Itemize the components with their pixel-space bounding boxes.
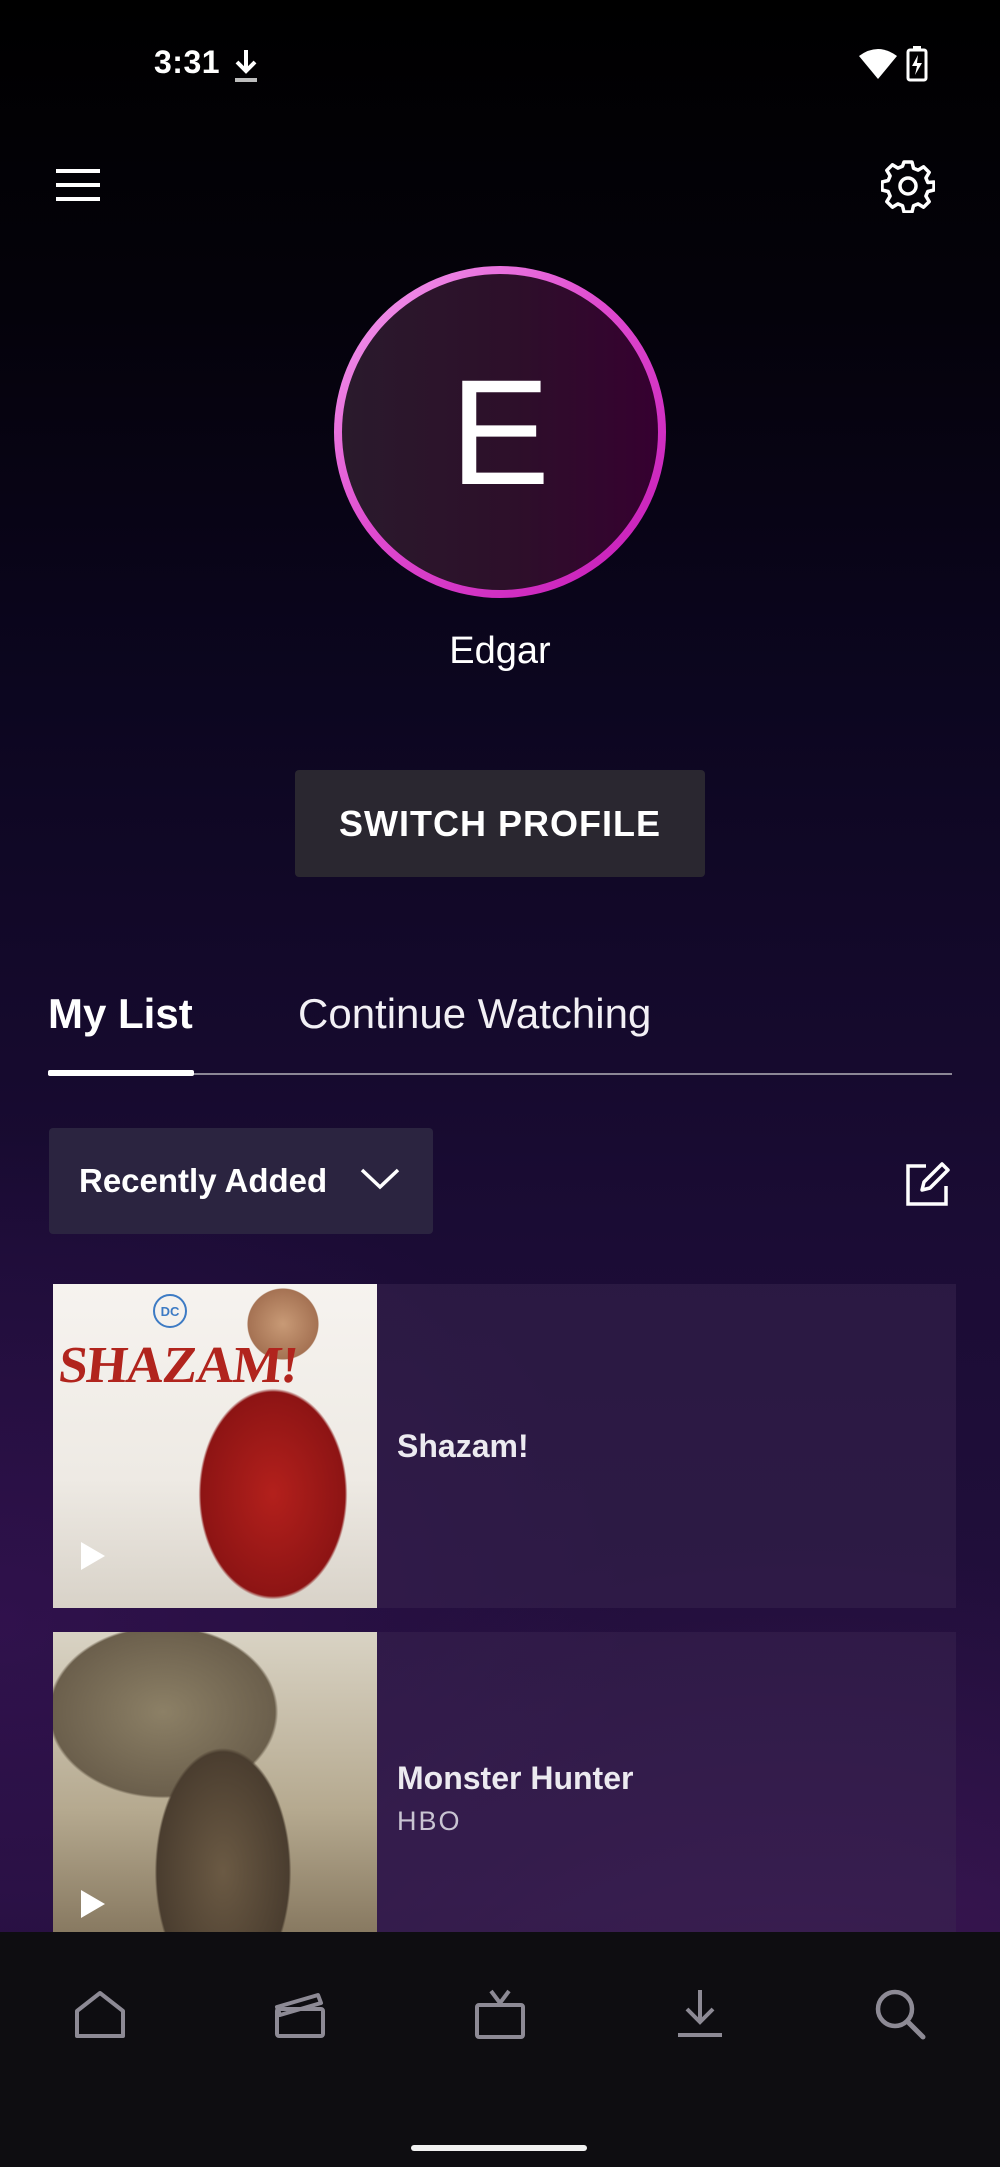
hamburger-menu-icon[interactable]: [48, 160, 108, 210]
avatar-initial: E: [342, 274, 658, 590]
status-bar: 3:31: [0, 0, 1000, 130]
poster-image[interactable]: DC SHAZAM!: [53, 1284, 377, 1608]
tab-bar: My List Continue Watching: [48, 990, 952, 1076]
switch-profile-button[interactable]: SWITCH PROFILE: [295, 770, 705, 877]
home-gesture-bar[interactable]: [411, 2145, 587, 2151]
play-icon[interactable]: [79, 1540, 107, 1577]
tv-icon[interactable]: [470, 1984, 530, 2044]
active-tab-indicator: [48, 1070, 194, 1076]
profile-name: Edgar: [449, 630, 551, 672]
edit-icon[interactable]: [900, 1156, 956, 1212]
status-time: 3:31: [154, 44, 221, 80]
download-status-icon: [232, 48, 260, 89]
tab-continue-watching[interactable]: Continue Watching: [298, 990, 651, 1038]
battery-charging-icon: [906, 46, 928, 87]
chevron-down-icon: [359, 1166, 401, 1197]
clapperboard-icon[interactable]: [270, 1984, 330, 2044]
profile-avatar[interactable]: E: [334, 266, 666, 598]
item-network: HBO: [397, 1806, 462, 1836]
item-title: Monster Hunter: [397, 1760, 634, 1796]
dc-logo: DC: [153, 1294, 187, 1328]
download-icon[interactable]: [670, 1984, 730, 2044]
list-item[interactable]: Monster Hunter HBO: [53, 1632, 956, 1956]
tab-my-list[interactable]: My List: [48, 990, 193, 1038]
search-icon[interactable]: [870, 1984, 930, 2044]
poster-title-art: SHAZAM!: [56, 1337, 301, 1394]
gear-icon[interactable]: [878, 158, 938, 214]
home-icon[interactable]: [70, 1984, 130, 2044]
bottom-nav: [0, 1932, 1000, 2132]
sort-dropdown[interactable]: Recently Added: [49, 1128, 433, 1234]
poster-image[interactable]: [53, 1632, 377, 1956]
list-item[interactable]: DC SHAZAM! Shazam!: [53, 1284, 956, 1608]
play-icon[interactable]: [79, 1888, 107, 1925]
sort-selected-label: Recently Added: [79, 1162, 328, 1199]
item-title: Shazam!: [397, 1428, 529, 1464]
wifi-icon: [858, 48, 898, 85]
